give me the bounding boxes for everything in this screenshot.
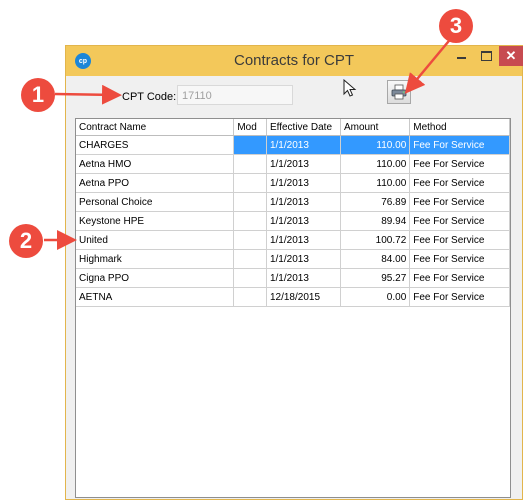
cell-contract-name[interactable]: Cigna PPO	[76, 268, 235, 288]
table-row[interactable]: Cigna PPO 1/1/2013 95.27 Fee For Service	[76, 268, 510, 288]
cell-amount[interactable]: 0.00	[340, 287, 411, 307]
column-header-amount[interactable]: Amount	[340, 119, 411, 136]
cell-amount[interactable]: 110.00	[340, 154, 411, 174]
table-header-row: Contract Name Mod Effective Date Amount …	[76, 119, 510, 136]
cell-mod[interactable]	[233, 230, 267, 250]
column-header-mod[interactable]: Mod	[233, 119, 267, 136]
minimize-icon	[456, 57, 466, 59]
window-content: CPT Code: 17110 Contract Name Mod Effect…	[66, 76, 522, 499]
table-row[interactable]: Keystone HPE 1/1/2013 89.94 Fee For Serv…	[76, 211, 510, 231]
cell-amount[interactable]: 110.00	[340, 173, 411, 193]
cell-contract-name[interactable]: Personal Choice	[76, 192, 235, 212]
contracts-table[interactable]: Contract Name Mod Effective Date Amount …	[75, 118, 511, 498]
cell-effective-date[interactable]: 1/1/2013	[266, 135, 341, 155]
close-icon: ✕	[505, 48, 517, 63]
cell-amount[interactable]: 95.27	[340, 268, 411, 288]
callout-badge-3: 3	[439, 9, 473, 43]
cpt-code-field[interactable]: 17110	[177, 85, 293, 105]
cell-effective-date[interactable]: 1/1/2013	[266, 249, 341, 269]
column-header-contract-name[interactable]: Contract Name	[76, 119, 235, 136]
cell-effective-date[interactable]: 1/1/2013	[266, 268, 341, 288]
cell-contract-name[interactable]: AETNA	[76, 287, 235, 307]
column-header-effective-date[interactable]: Effective Date	[266, 119, 341, 136]
callout-badge-1: 1	[21, 78, 55, 112]
title-bar[interactable]: cp Contracts for CPT ✕	[66, 46, 523, 76]
cell-method[interactable]: Fee For Service	[409, 230, 510, 250]
cell-mod[interactable]	[233, 249, 267, 269]
cell-method[interactable]: Fee For Service	[409, 268, 510, 288]
cell-method[interactable]: Fee For Service	[409, 249, 510, 269]
minimize-button[interactable]	[449, 46, 473, 66]
cpt-code-label: CPT Code:	[122, 91, 177, 103]
table-row[interactable]: CHARGES 1/1/2013 110.00 Fee For Service	[76, 135, 510, 155]
table-row[interactable]: Personal Choice 1/1/2013 76.89 Fee For S…	[76, 192, 510, 212]
print-button[interactable]	[387, 80, 411, 104]
column-header-method[interactable]: Method	[409, 119, 510, 136]
cell-method[interactable]: Fee For Service	[409, 192, 510, 212]
table-row[interactable]: United 1/1/2013 100.72 Fee For Service	[76, 230, 510, 250]
cell-amount[interactable]: 110.00	[340, 135, 411, 155]
maximize-button[interactable]	[474, 46, 498, 66]
cell-method[interactable]: Fee For Service	[409, 287, 510, 307]
cell-mod[interactable]	[233, 211, 267, 231]
cell-mod[interactable]	[233, 268, 267, 288]
cell-mod[interactable]	[233, 287, 267, 307]
maximize-icon	[480, 51, 492, 61]
cell-effective-date[interactable]: 12/18/2015	[266, 287, 341, 307]
cell-contract-name[interactable]: CHARGES	[76, 135, 235, 155]
contracts-window: cp Contracts for CPT ✕ CPT Code: 17110 C…	[65, 45, 523, 500]
table-row[interactable]: Highmark 1/1/2013 84.00 Fee For Service	[76, 249, 510, 269]
cell-contract-name[interactable]: Highmark	[76, 249, 235, 269]
cell-method[interactable]: Fee For Service	[409, 211, 510, 231]
cell-method[interactable]: Fee For Service	[409, 173, 510, 193]
cell-mod[interactable]	[233, 173, 267, 193]
cell-amount[interactable]: 100.72	[340, 230, 411, 250]
cell-method[interactable]: Fee For Service	[409, 135, 510, 155]
table-row[interactable]: Aetna PPO 1/1/2013 110.00 Fee For Servic…	[76, 173, 510, 193]
mouse-cursor-icon	[343, 79, 357, 97]
cell-effective-date[interactable]: 1/1/2013	[266, 154, 341, 174]
callout-badge-2: 2	[9, 224, 43, 258]
cell-amount[interactable]: 84.00	[340, 249, 411, 269]
cell-amount[interactable]: 89.94	[340, 211, 411, 231]
cell-mod[interactable]	[233, 154, 267, 174]
cell-amount[interactable]: 76.89	[340, 192, 411, 212]
cell-effective-date[interactable]: 1/1/2013	[266, 211, 341, 231]
cell-contract-name[interactable]: Aetna HMO	[76, 154, 235, 174]
cell-effective-date[interactable]: 1/1/2013	[266, 173, 341, 193]
cell-contract-name[interactable]: Keystone HPE	[76, 211, 235, 231]
cell-contract-name[interactable]: Aetna PPO	[76, 173, 235, 193]
table-row[interactable]: AETNA 12/18/2015 0.00 Fee For Service	[76, 287, 510, 307]
cell-method[interactable]: Fee For Service	[409, 154, 510, 174]
cell-effective-date[interactable]: 1/1/2013	[266, 192, 341, 212]
cell-mod[interactable]	[233, 135, 267, 155]
table-row[interactable]: Aetna HMO 1/1/2013 110.00 Fee For Servic…	[76, 154, 510, 174]
close-button[interactable]: ✕	[499, 46, 523, 66]
cell-contract-name[interactable]: United	[76, 230, 235, 250]
cell-effective-date[interactable]: 1/1/2013	[266, 230, 341, 250]
cell-mod[interactable]	[233, 192, 267, 212]
printer-icon	[391, 84, 407, 100]
